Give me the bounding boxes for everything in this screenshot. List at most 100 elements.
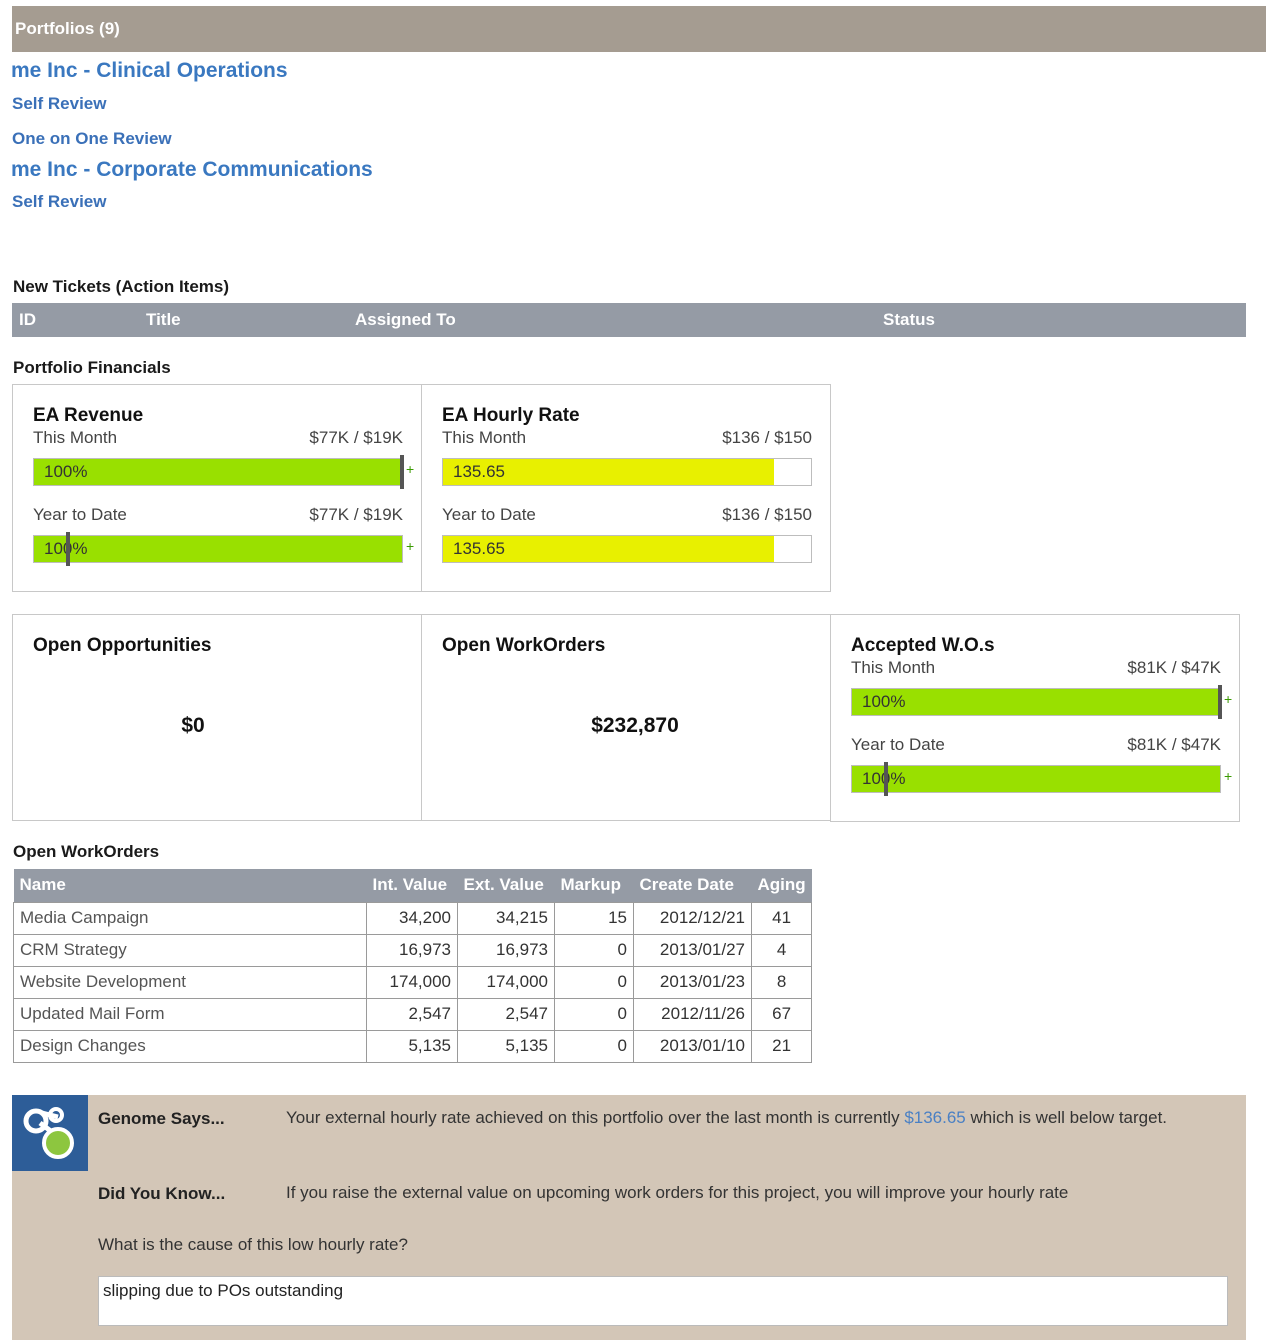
did-you-know-text: If you raise the external value on upcom… xyxy=(286,1183,1069,1202)
cell-markup: 15 xyxy=(554,901,634,935)
cell-int-value: 2,547 xyxy=(366,997,458,1031)
accepted-wos-month-bar: 100% + xyxy=(851,685,1232,719)
accepted-wos-ytd-value: $81K / $47K xyxy=(1127,735,1221,754)
cell-aging: 21 xyxy=(750,1029,813,1063)
cell-name[interactable]: Updated Mail Form xyxy=(13,997,367,1031)
accepted-wos-panel: Accepted W.O.s This Month $81K / $47K 10… xyxy=(830,614,1240,822)
bar-text: 100% xyxy=(44,462,88,481)
col-aging[interactable]: Aging xyxy=(751,869,812,902)
tickets-col-assigned-to[interactable]: Assigned To xyxy=(355,303,456,337)
cell-create-date: 2012/11/26 xyxy=(633,997,752,1031)
cell-name[interactable]: Design Changes xyxy=(13,1029,367,1063)
open-opportunities-value: $0 xyxy=(181,714,205,737)
bar-fill xyxy=(852,766,1220,792)
accepted-wos-title: Accepted W.O.s xyxy=(851,635,995,656)
ea-revenue-month-label: This Month xyxy=(33,428,118,447)
portfolios-header[interactable]: Portfolios (9) xyxy=(12,6,1266,52)
genome-logo-icon xyxy=(12,1095,88,1171)
ea-revenue-month-bar: 100% + xyxy=(33,455,414,489)
ea-hourly-rate-title: EA Hourly Rate xyxy=(442,405,580,426)
open-workorders-label: Open WorkOrders xyxy=(13,842,160,861)
ea-revenue-ytd-label: Year to Date xyxy=(33,505,127,524)
hourly-rate-highlight: $136.65 xyxy=(904,1108,966,1127)
accepted-wos-month-value: $81K / $47K xyxy=(1127,658,1221,677)
cell-ext-value: 16,973 xyxy=(457,933,555,967)
cell-create-date: 2013/01/23 xyxy=(633,965,752,999)
cell-ext-value: 2,547 xyxy=(457,997,555,1031)
ea-hourly-ytd-value: $136 / $150 xyxy=(722,505,812,524)
open-workorders-panel: Open WorkOrders $232,870 xyxy=(421,614,831,821)
cell-ext-value: 5,135 xyxy=(457,1029,555,1063)
col-name[interactable]: Name xyxy=(13,869,367,902)
bar-text: 100% xyxy=(862,692,906,711)
plus-icon: + xyxy=(1224,768,1233,784)
cause-question: What is the cause of this low hourly rat… xyxy=(98,1235,408,1254)
table-row[interactable]: Website Development 174,000 174,000 0 20… xyxy=(13,965,813,999)
accepted-wos-month-label: This Month xyxy=(851,658,936,677)
one-on-one-review-link[interactable]: One on One Review xyxy=(12,129,172,149)
ea-hourly-month-label: This Month xyxy=(442,428,527,447)
cell-name[interactable]: CRM Strategy xyxy=(13,933,367,967)
table-row[interactable]: CRM Strategy 16,973 16,973 0 2013/01/27 … xyxy=(13,933,813,967)
cell-name[interactable]: Media Campaign xyxy=(13,901,367,935)
bar-text: 135.65 xyxy=(453,539,505,558)
col-ext-value[interactable]: Ext. Value xyxy=(457,869,555,902)
cell-int-value: 16,973 xyxy=(366,933,458,967)
tickets-col-status[interactable]: Status xyxy=(883,303,935,337)
cell-markup: 0 xyxy=(554,1029,634,1063)
tickets-col-title[interactable]: Title xyxy=(146,303,181,337)
self-review-link[interactable]: Self Review xyxy=(12,192,107,212)
accepted-wos-ytd-bar: 100% + xyxy=(851,762,1232,796)
portfolio-financials-label: Portfolio Financials xyxy=(13,358,171,377)
open-opportunities-title: Open Opportunities xyxy=(33,635,212,656)
target-marker xyxy=(884,762,888,796)
genome-panel: Genome Says... Your external hourly rate… xyxy=(12,1095,1246,1340)
cell-create-date: 2013/01/27 xyxy=(633,933,752,967)
table-row[interactable]: Media Campaign 34,200 34,215 15 2012/12/… xyxy=(13,901,813,935)
genome-says-text-end: which is well below target. xyxy=(965,1108,1168,1127)
cell-int-value: 34,200 xyxy=(366,901,458,935)
bar-fill xyxy=(34,536,402,562)
open-workorders-title: Open WorkOrders xyxy=(442,635,606,656)
table-header-row: Name Int. Value Ext. Value Markup Create… xyxy=(13,869,812,902)
target-marker xyxy=(400,455,404,489)
plus-icon: + xyxy=(1224,691,1233,707)
ea-hourly-ytd-bar: 135.65 xyxy=(442,535,812,563)
cause-answer-field[interactable]: slipping due to POs outstanding xyxy=(98,1276,1228,1326)
genome-says-label: Genome Says... xyxy=(98,1109,225,1128)
open-workorders-value: $232,870 xyxy=(591,714,679,737)
ea-hourly-month-value: $136 / $150 xyxy=(722,428,812,447)
tickets-col-id[interactable]: ID xyxy=(19,303,36,337)
ea-hourly-ytd-label: Year to Date xyxy=(442,505,536,524)
cell-markup: 0 xyxy=(554,933,634,967)
genome-says-text: Your external hourly rate achieved on th… xyxy=(286,1104,1231,1132)
cell-ext-value: 174,000 xyxy=(457,965,555,999)
col-create-date[interactable]: Create Date xyxy=(633,869,752,902)
self-review-link[interactable]: Self Review xyxy=(12,94,107,114)
cell-aging: 8 xyxy=(750,965,813,999)
bar-fill xyxy=(852,689,1220,715)
portfolio-title-clinical-operations[interactable]: me Inc - Clinical Operations xyxy=(11,59,288,83)
cell-create-date: 2012/12/21 xyxy=(633,901,752,935)
target-marker xyxy=(1218,685,1222,719)
did-you-know-label: Did You Know... xyxy=(98,1184,226,1203)
cell-name[interactable]: Website Development xyxy=(13,965,367,999)
cell-aging: 67 xyxy=(750,997,813,1031)
cell-int-value: 174,000 xyxy=(366,965,458,999)
cell-create-date: 2013/01/10 xyxy=(633,1029,752,1063)
col-markup[interactable]: Markup xyxy=(554,869,634,902)
table-row[interactable]: Updated Mail Form 2,547 2,547 0 2012/11/… xyxy=(13,997,813,1031)
target-marker xyxy=(66,532,70,566)
cell-markup: 0 xyxy=(554,997,634,1031)
cell-ext-value: 34,215 xyxy=(457,901,555,935)
portfolio-title-corporate-communications[interactable]: me Inc - Corporate Communications xyxy=(11,158,373,182)
workorders-table: Name Int. Value Ext. Value Markup Create… xyxy=(13,869,813,1063)
table-row[interactable]: Design Changes 5,135 5,135 0 2013/01/10 … xyxy=(13,1029,813,1063)
col-int-value[interactable]: Int. Value xyxy=(366,869,458,902)
cell-int-value: 5,135 xyxy=(366,1029,458,1063)
bar-text: 135.65 xyxy=(453,462,505,481)
bar-fill xyxy=(34,459,402,485)
genome-says-text-start: Your external hourly rate achieved on th… xyxy=(286,1108,905,1127)
ea-hourly-month-bar: 135.65 xyxy=(442,458,812,486)
ea-revenue-ytd-value: $77K / $19K xyxy=(309,505,403,524)
